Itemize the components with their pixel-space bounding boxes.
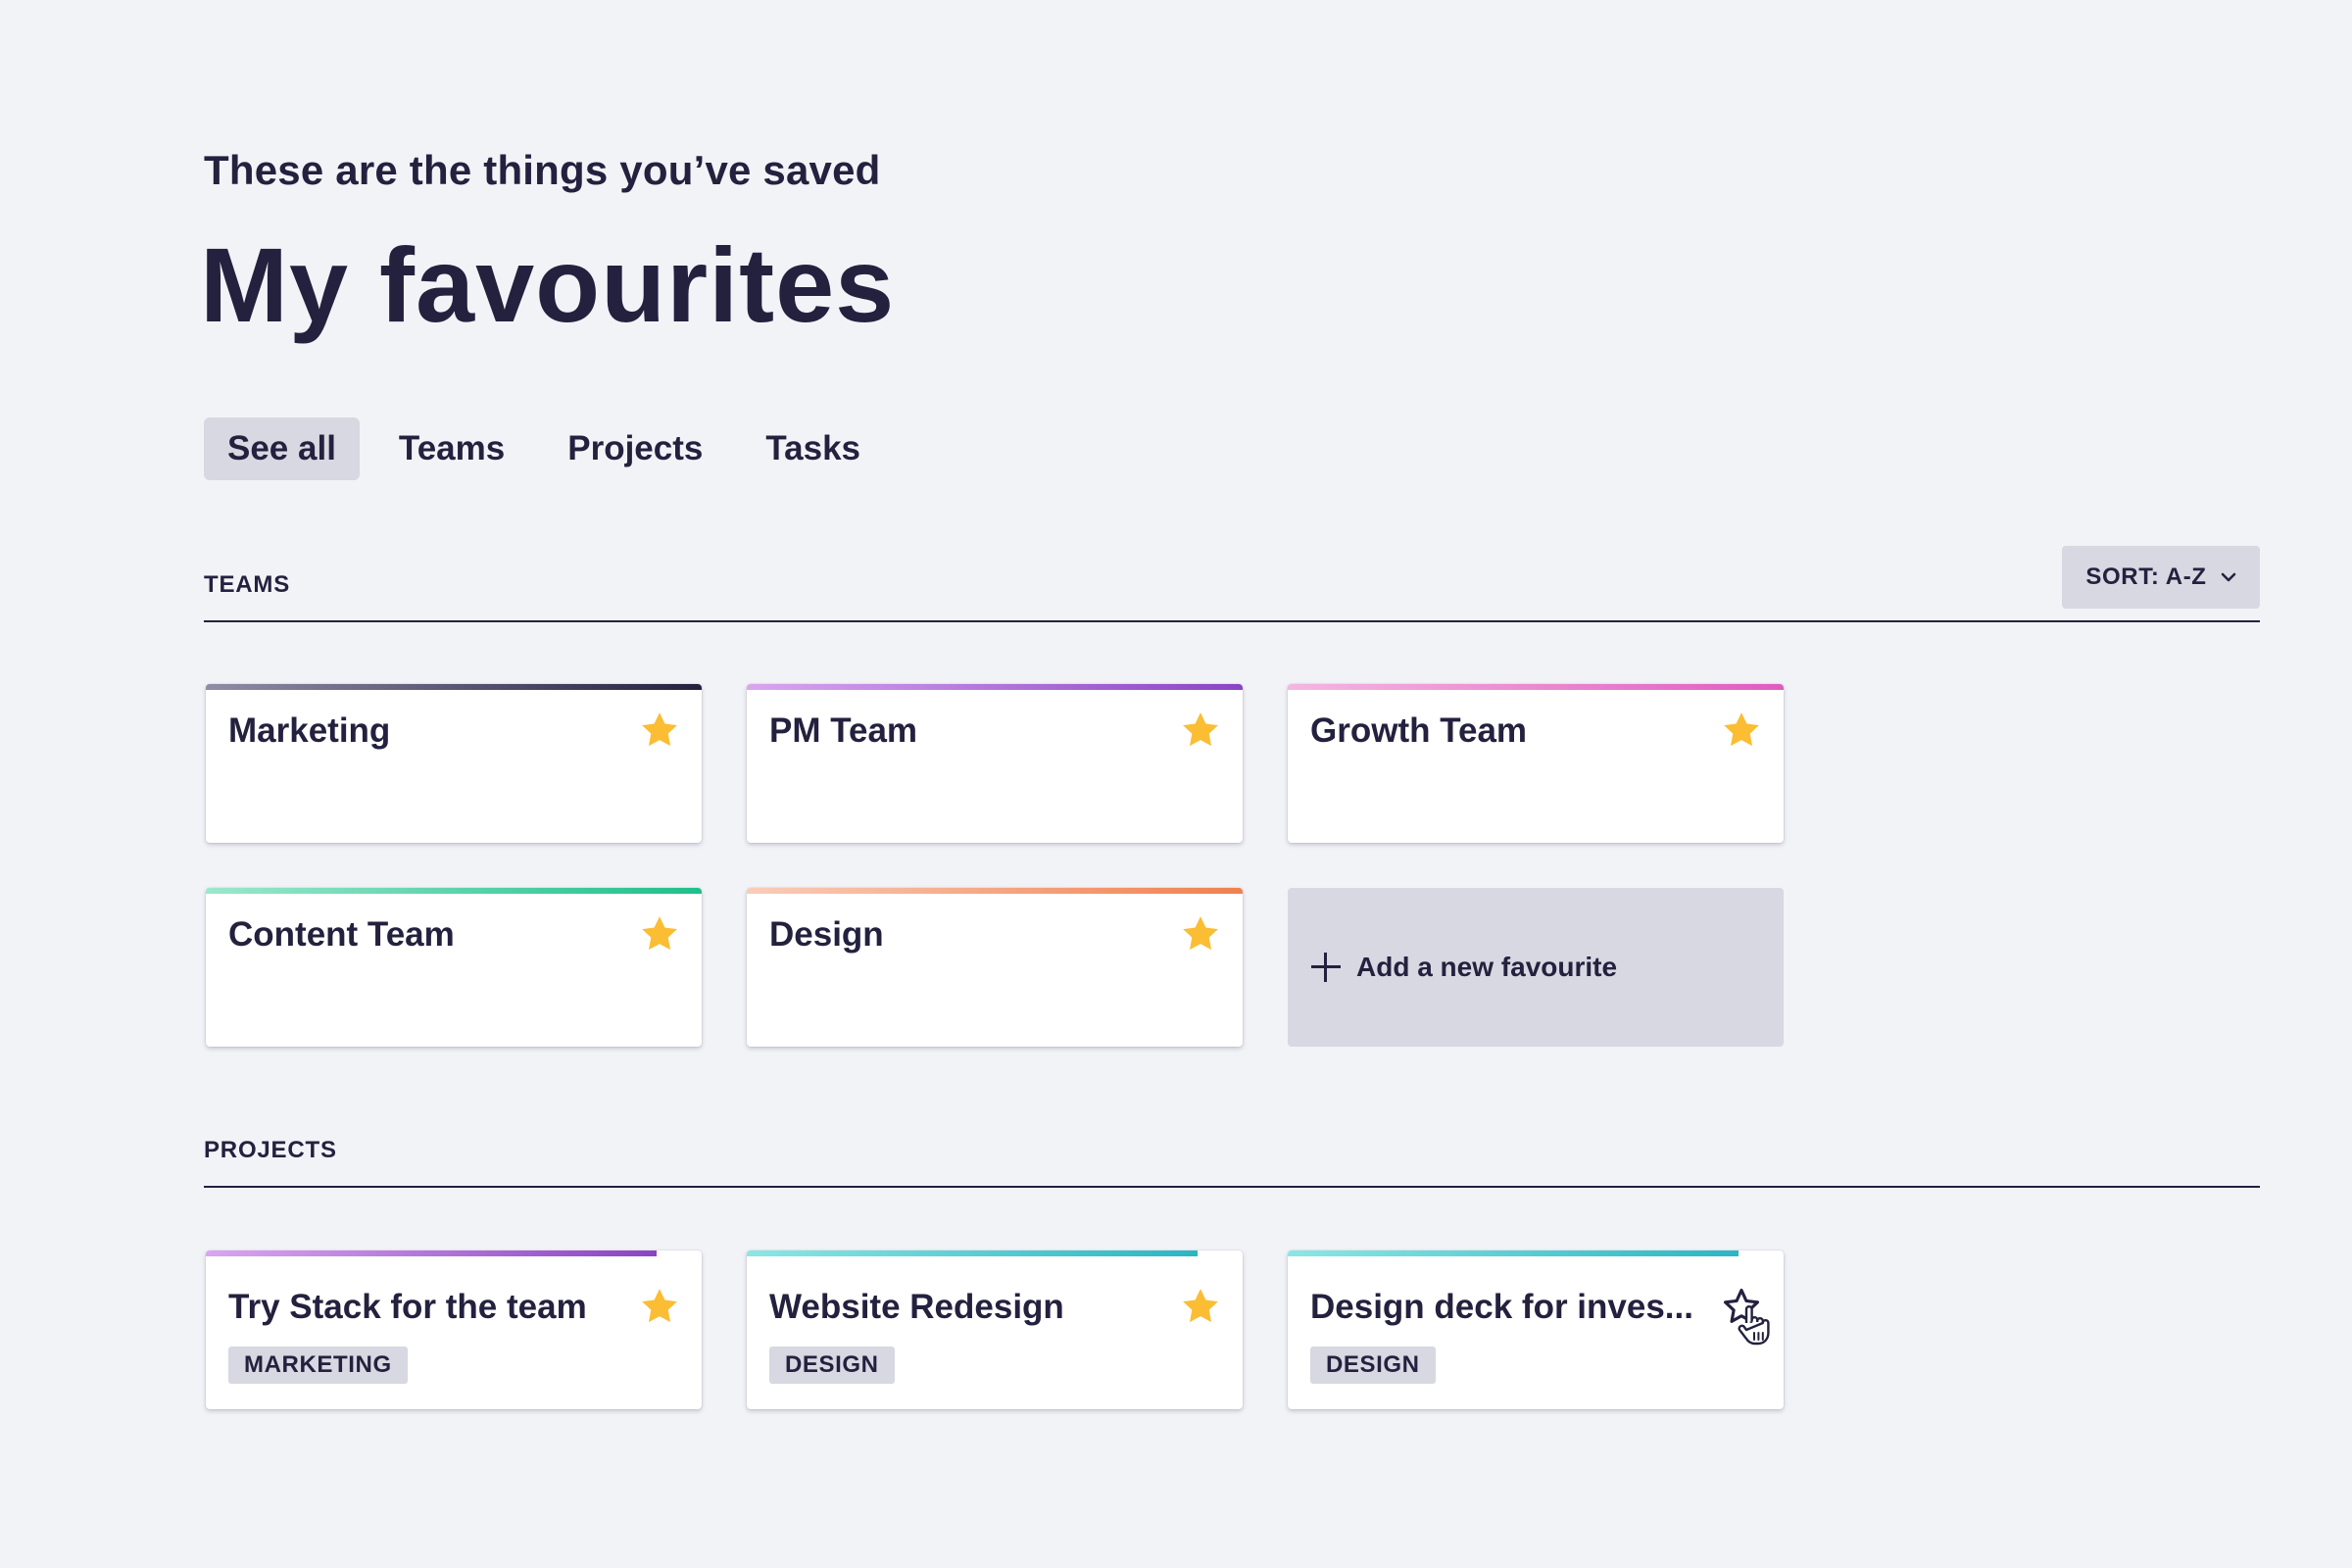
team-tag: MARKETING xyxy=(228,1347,408,1384)
tab-see-all[interactable]: See all xyxy=(204,417,360,480)
star-icon[interactable] xyxy=(1180,1286,1221,1327)
project-card-website-redesign[interactable]: Website Redesign DESIGN xyxy=(747,1250,1243,1409)
add-favourite-button[interactable]: Add a new favourite xyxy=(1288,888,1784,1047)
team-card-marketing[interactable]: Marketing xyxy=(206,684,702,843)
progress-bar xyxy=(747,1250,1198,1256)
sort-label: SORT: A-Z xyxy=(2085,564,2207,590)
projects-section-header: PROJECTS xyxy=(204,1137,2260,1188)
tab-teams[interactable]: Teams xyxy=(375,417,528,480)
card-title: Marketing xyxy=(228,711,391,750)
card-title: Design deck for inves... xyxy=(1310,1288,1693,1326)
card-accent-bar xyxy=(1288,684,1784,690)
team-card-growth-team[interactable]: Growth Team xyxy=(1288,684,1784,843)
card-title: Design xyxy=(769,915,884,954)
hand-cursor-icon xyxy=(1738,1305,1770,1346)
tab-tasks[interactable]: Tasks xyxy=(742,417,884,480)
add-favourite-label: Add a new favourite xyxy=(1356,952,1618,982)
star-icon[interactable] xyxy=(1180,710,1221,751)
page-subtitle: These are the things you’ve saved xyxy=(204,147,881,193)
projects-section-label: PROJECTS xyxy=(204,1137,337,1163)
card-title: Content Team xyxy=(228,915,455,954)
chevron-down-icon xyxy=(2221,572,2235,582)
card-accent-bar xyxy=(747,888,1243,894)
card-accent-bar xyxy=(206,888,702,894)
filter-tabs: See all Teams Projects Tasks xyxy=(204,417,900,480)
project-card-design-deck[interactable]: Design deck for inves... DESIGN xyxy=(1288,1250,1784,1409)
card-title: Growth Team xyxy=(1310,711,1528,750)
sort-button[interactable]: SORT: A-Z xyxy=(2062,546,2260,609)
team-card-content-team[interactable]: Content Team xyxy=(206,888,702,1047)
plus-icon xyxy=(1311,953,1341,982)
progress-bar xyxy=(1288,1250,1739,1256)
page-title: My favourites xyxy=(200,225,896,344)
favourites-page: These are the things you’ve saved My fav… xyxy=(0,0,2352,1568)
card-accent-bar xyxy=(747,684,1243,690)
card-title: Website Redesign xyxy=(769,1288,1064,1326)
card-title: Try Stack for the team xyxy=(228,1288,587,1326)
team-tag: DESIGN xyxy=(769,1347,895,1384)
teams-section-label: TEAMS xyxy=(204,571,290,598)
star-icon[interactable] xyxy=(639,1286,680,1327)
tab-projects[interactable]: Projects xyxy=(544,417,726,480)
project-card-try-stack[interactable]: Try Stack for the team MARKETING xyxy=(206,1250,702,1409)
card-title: PM Team xyxy=(769,711,918,750)
progress-bar xyxy=(206,1250,657,1256)
star-icon[interactable] xyxy=(1721,710,1762,751)
teams-section-header: TEAMS SORT: A-Z xyxy=(204,546,2260,622)
star-icon[interactable] xyxy=(639,710,680,751)
star-icon[interactable] xyxy=(639,913,680,955)
team-tag: DESIGN xyxy=(1310,1347,1436,1384)
star-icon[interactable] xyxy=(1180,913,1221,955)
card-accent-bar xyxy=(206,684,702,690)
team-card-pm-team[interactable]: PM Team xyxy=(747,684,1243,843)
team-card-design[interactable]: Design xyxy=(747,888,1243,1047)
